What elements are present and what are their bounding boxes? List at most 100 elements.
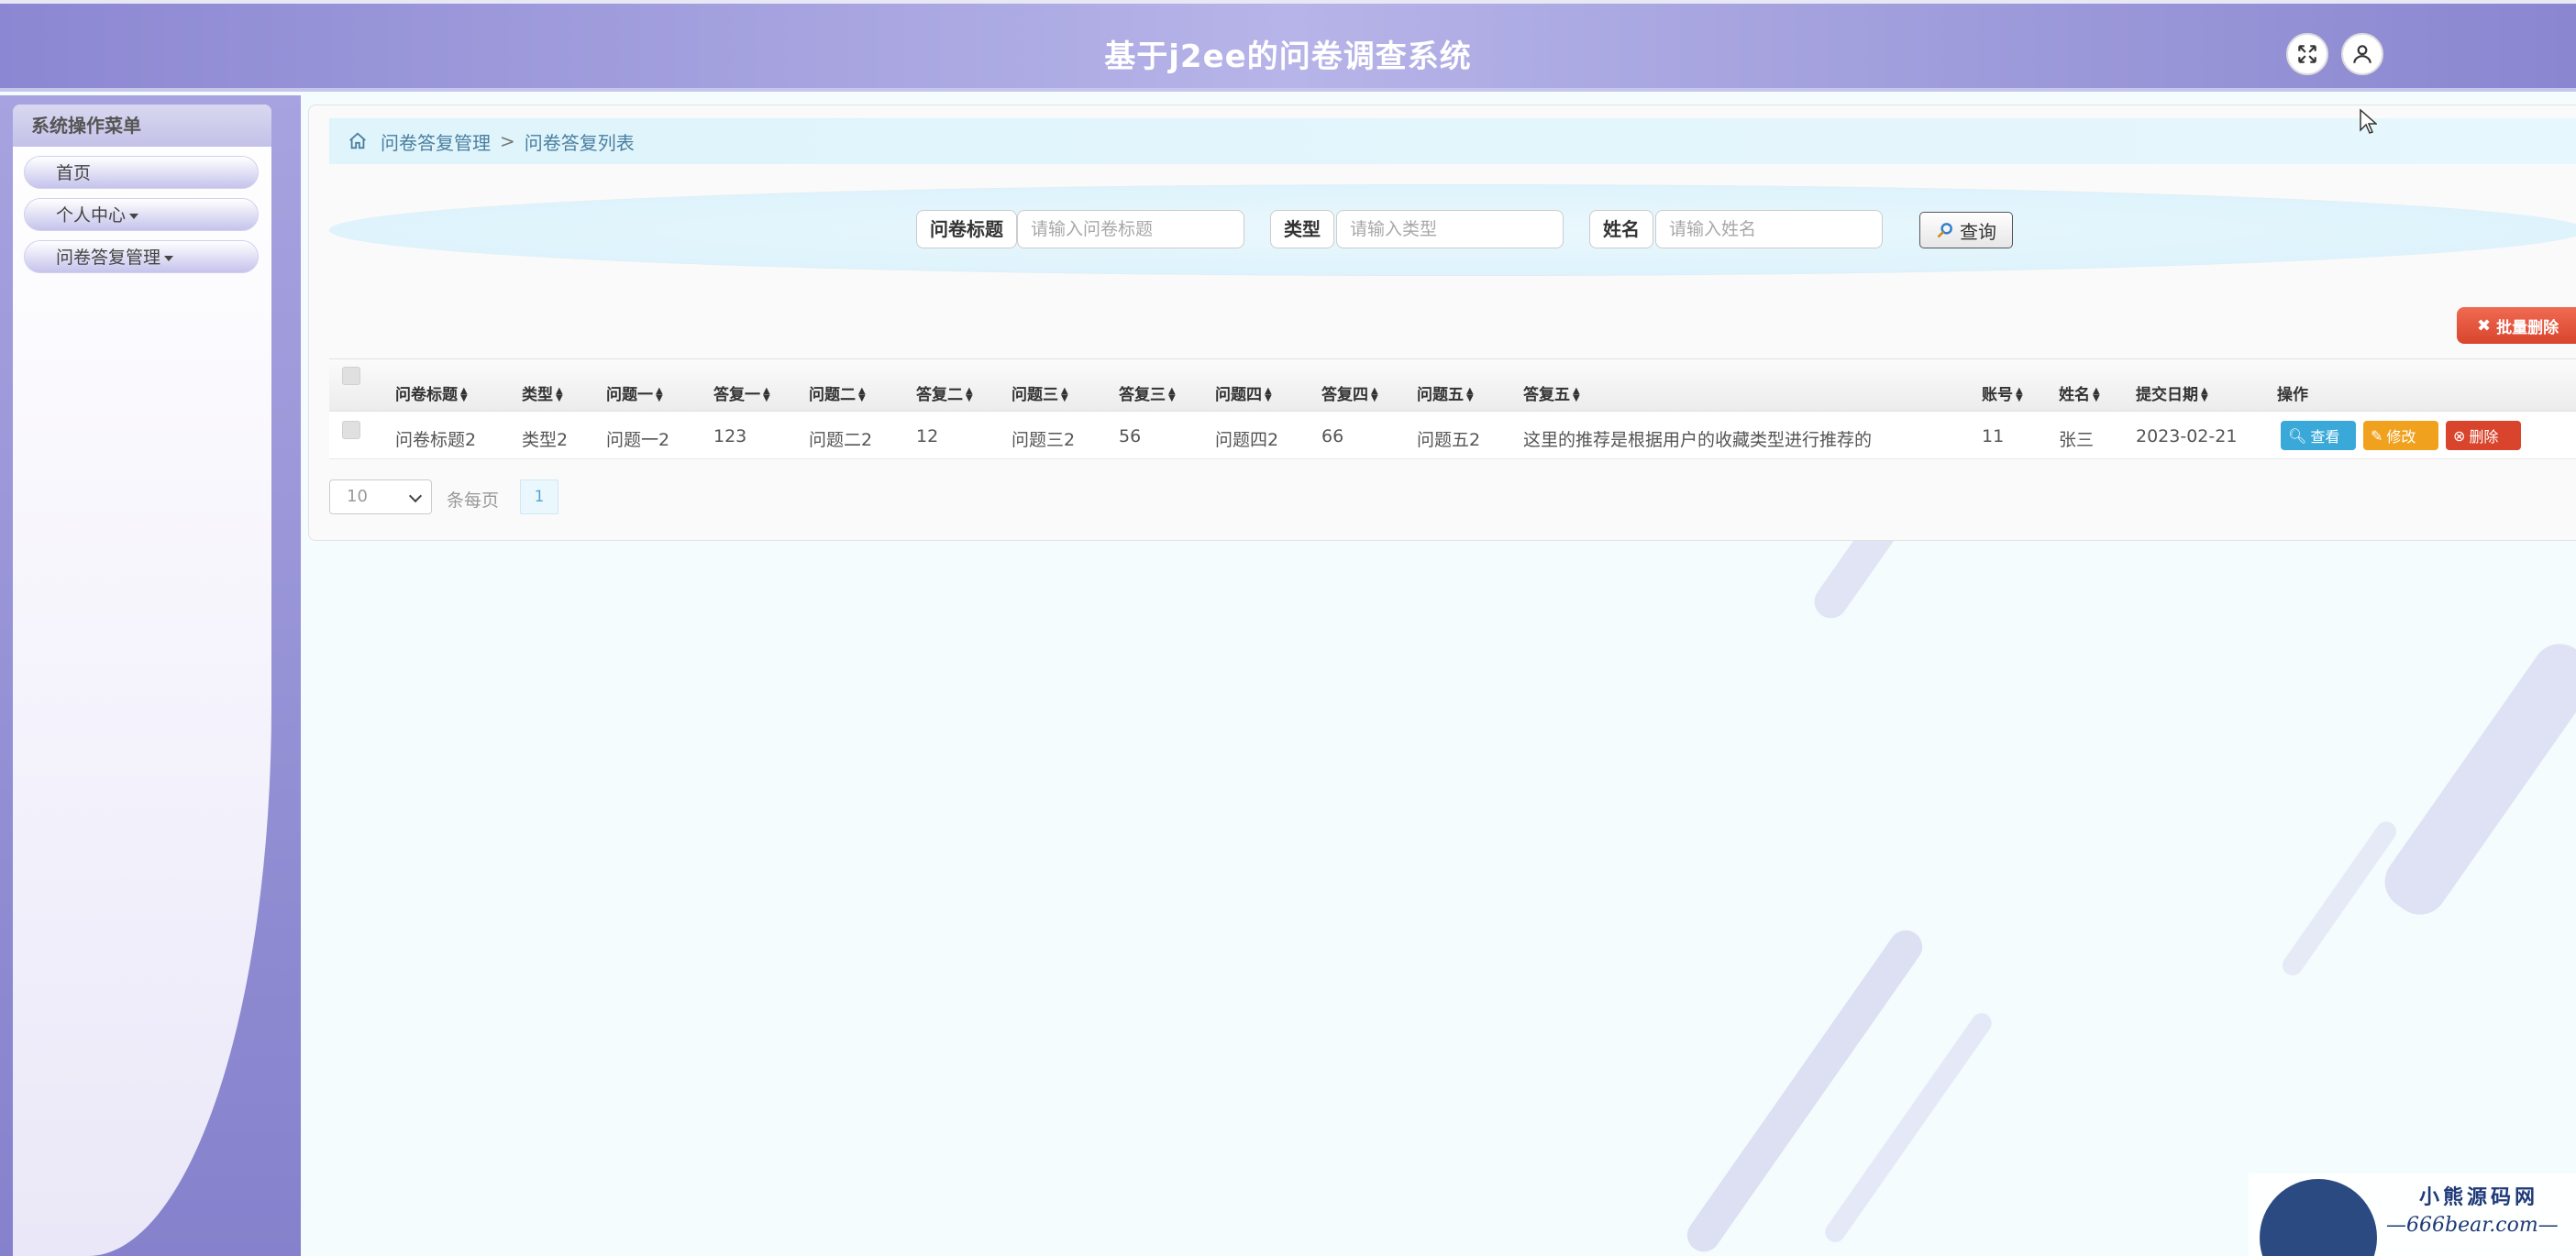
title-search-input[interactable] [1017,210,1244,248]
close-icon: ✖ [2477,315,2492,336]
sidebar-item-personal-center[interactable]: 个人中心 [24,198,259,231]
breadcrumb-parent[interactable]: 问卷答复管理 [381,128,491,155]
header-date[interactable]: 提交日期 ▲ ▼ [2136,381,2208,404]
cell-q3: 问题三2 [1012,430,1076,450]
sidebar-item-label: 问卷答复管理 [56,248,161,268]
header-a4[interactable]: 答复四 ▲ ▼ [1321,381,1378,404]
sort-icon: ▲ ▼ [1573,386,1580,403]
sidebar-panel: 系统操作菜单 首页 个人中心 问卷答复管理 [13,105,271,1256]
bear-logo-icon [2260,1179,2377,1256]
main-panel: 问卷答复管理 > 问卷答复列表 问卷标题 类型 姓名 查询 ✖ 批量删除 问卷标… [308,105,2576,541]
header-title[interactable]: 问卷标题 ▲ ▼ [395,381,468,404]
sort-icon: ▲ ▼ [1061,386,1068,403]
sort-icon: ▲ ▼ [1371,386,1378,403]
search-icon: 🔍︎ [2288,426,2307,445]
chevron-down-icon [408,489,423,503]
watermark: 小熊源码网 —666bear.com— [2249,1173,2576,1256]
header-q4[interactable]: 问题四 ▲ ▼ [1215,381,1272,404]
header-a5[interactable]: 答复五 ▲ ▼ [1523,381,1580,404]
header-q1[interactable]: 问题一 ▲ ▼ [606,381,663,404]
cell-a1: 123 [713,426,747,446]
sort-icon: ▲ ▼ [1168,386,1176,403]
magnifier-icon [1937,223,1952,238]
cell-q5: 问题五2 [1417,430,1481,450]
header-account[interactable]: 账号 ▲ ▼ [1982,381,2023,404]
batch-delete-label: 批量删除 [2496,318,2559,337]
sidebar: 系统操作菜单 首页 个人中心 问卷答复管理 [0,95,301,1256]
close-circle-icon: ⊗ [2453,426,2466,445]
name-label: 姓名 [1589,210,1653,248]
fullscreen-button[interactable] [2286,33,2328,75]
row-checkbox[interactable] [342,421,360,439]
user-icon [2353,45,2371,63]
top-header: 基于j2ee的问卷调查系统 [0,0,2576,92]
header-name[interactable]: 姓名 ▲ ▼ [2059,381,2100,404]
sort-icon: ▲ ▼ [763,386,770,403]
sort-icon: ▲ ▼ [1265,386,1272,403]
page-number-current[interactable]: 1 [520,479,558,514]
data-table: 问卷标题 ▲ ▼ 类型 ▲ ▼ 问题一 ▲ ▼ 答复一 ▲ ▼ 问题二 ▲ ▼ 答复二 ▲ ▼ 问题三 ▲… [329,358,2576,459]
view-button[interactable]: 🔍︎ 查看 [2281,421,2356,450]
table-header: 问卷标题 ▲ ▼ 类型 ▲ ▼ 问题一 ▲ ▼ 答复一 ▲ ▼ 问题二 ▲ ▼ 答复二 ▲ ▼ 问题三 ▲… [329,358,2576,412]
sidebar-item-reply-management[interactable]: 问卷答复管理 [24,240,259,273]
sidebar-item-label: 个人中心 [56,205,127,226]
cell-date: 2023-02-21 [2136,426,2238,446]
delete-button[interactable]: ⊗ 删除 [2446,421,2521,450]
cell-title: 问卷标题2 [395,430,477,450]
sort-icon: ▲ ▼ [2016,386,2023,403]
sort-icon: ▲ ▼ [858,386,866,403]
page-size-suffix: 条每页 [447,490,500,511]
edit-icon: ✎ [2371,426,2383,445]
cell-a3: 56 [1119,426,1142,446]
breadcrumb-current: 问卷答复列表 [524,131,635,154]
cell-type: 类型2 [522,430,569,450]
cell-name: 张三 [2059,430,2095,450]
header-q2[interactable]: 问题二 ▲ ▼ [809,381,866,404]
sort-icon: ▲ ▼ [966,386,973,403]
header-actions: 操作 [2277,386,2308,404]
type-label: 类型 [1270,210,1334,248]
sort-icon: ▲ ▼ [1466,386,1474,403]
sort-icon: ▲ ▼ [2201,386,2208,403]
cell-a4: 66 [1321,426,1344,446]
sidebar-item-label: 首页 [56,163,92,183]
user-button[interactable] [2341,33,2383,75]
watermark-line1: 小熊源码网 [2419,1185,2539,1209]
batch-delete-button[interactable]: ✖ 批量删除 [2457,307,2576,344]
title-label: 问卷标题 [916,210,1017,248]
header-q5[interactable]: 问题五 ▲ ▼ [1417,381,1474,404]
cell-a2: 12 [916,426,939,446]
table-row: 问卷标题2 类型2 问题一2 123 问题二2 12 问题三2 56 问题四2 … [329,412,2576,459]
sort-icon: ▲ ▼ [2093,386,2100,403]
expand-arrows-icon [2298,45,2316,63]
cell-q2: 问题二2 [809,430,873,450]
sidebar-item-home[interactable]: 首页 [24,156,259,189]
sort-icon: ▲ ▼ [556,386,563,403]
query-label: 查询 [1960,220,1996,243]
watermark-line2: —666bear.com— [2386,1214,2559,1237]
page-title: 基于j2ee的问卷调查系统 [1104,39,1472,75]
header-a1[interactable]: 答复一 ▲ ▼ [713,381,770,404]
sort-icon: ▲ ▼ [460,386,468,403]
header-a2[interactable]: 答复二 ▲ ▼ [916,381,973,404]
query-button[interactable]: 查询 [1919,212,2013,248]
breadcrumb-separator: > [500,130,515,152]
mouse-cursor-icon [2360,108,2377,134]
cell-account: 11 [1982,426,2005,446]
edit-button[interactable]: ✎ 修改 [2363,421,2438,450]
page-size-select[interactable]: 10 [329,479,432,514]
caret-down-icon [164,255,174,261]
header-q3[interactable]: 问题三 ▲ ▼ [1012,381,1068,404]
cell-a5: 这里的推荐是根据用户的收藏类型进行推荐的 [1523,430,1873,450]
select-all-checkbox[interactable] [342,367,360,385]
breadcrumb: 问卷答复管理 > 问卷答复列表 [329,118,2576,164]
sidebar-title: 系统操作菜单 [13,105,271,147]
cell-q1: 问题一2 [606,430,670,450]
header-a3[interactable]: 答复三 ▲ ▼ [1119,381,1176,404]
name-search-input[interactable] [1655,210,1883,248]
sort-icon: ▲ ▼ [656,386,663,403]
header-type[interactable]: 类型 ▲ ▼ [522,381,563,404]
caret-down-icon [129,213,139,219]
home-icon[interactable] [348,131,368,151]
type-search-input[interactable] [1336,210,1564,248]
